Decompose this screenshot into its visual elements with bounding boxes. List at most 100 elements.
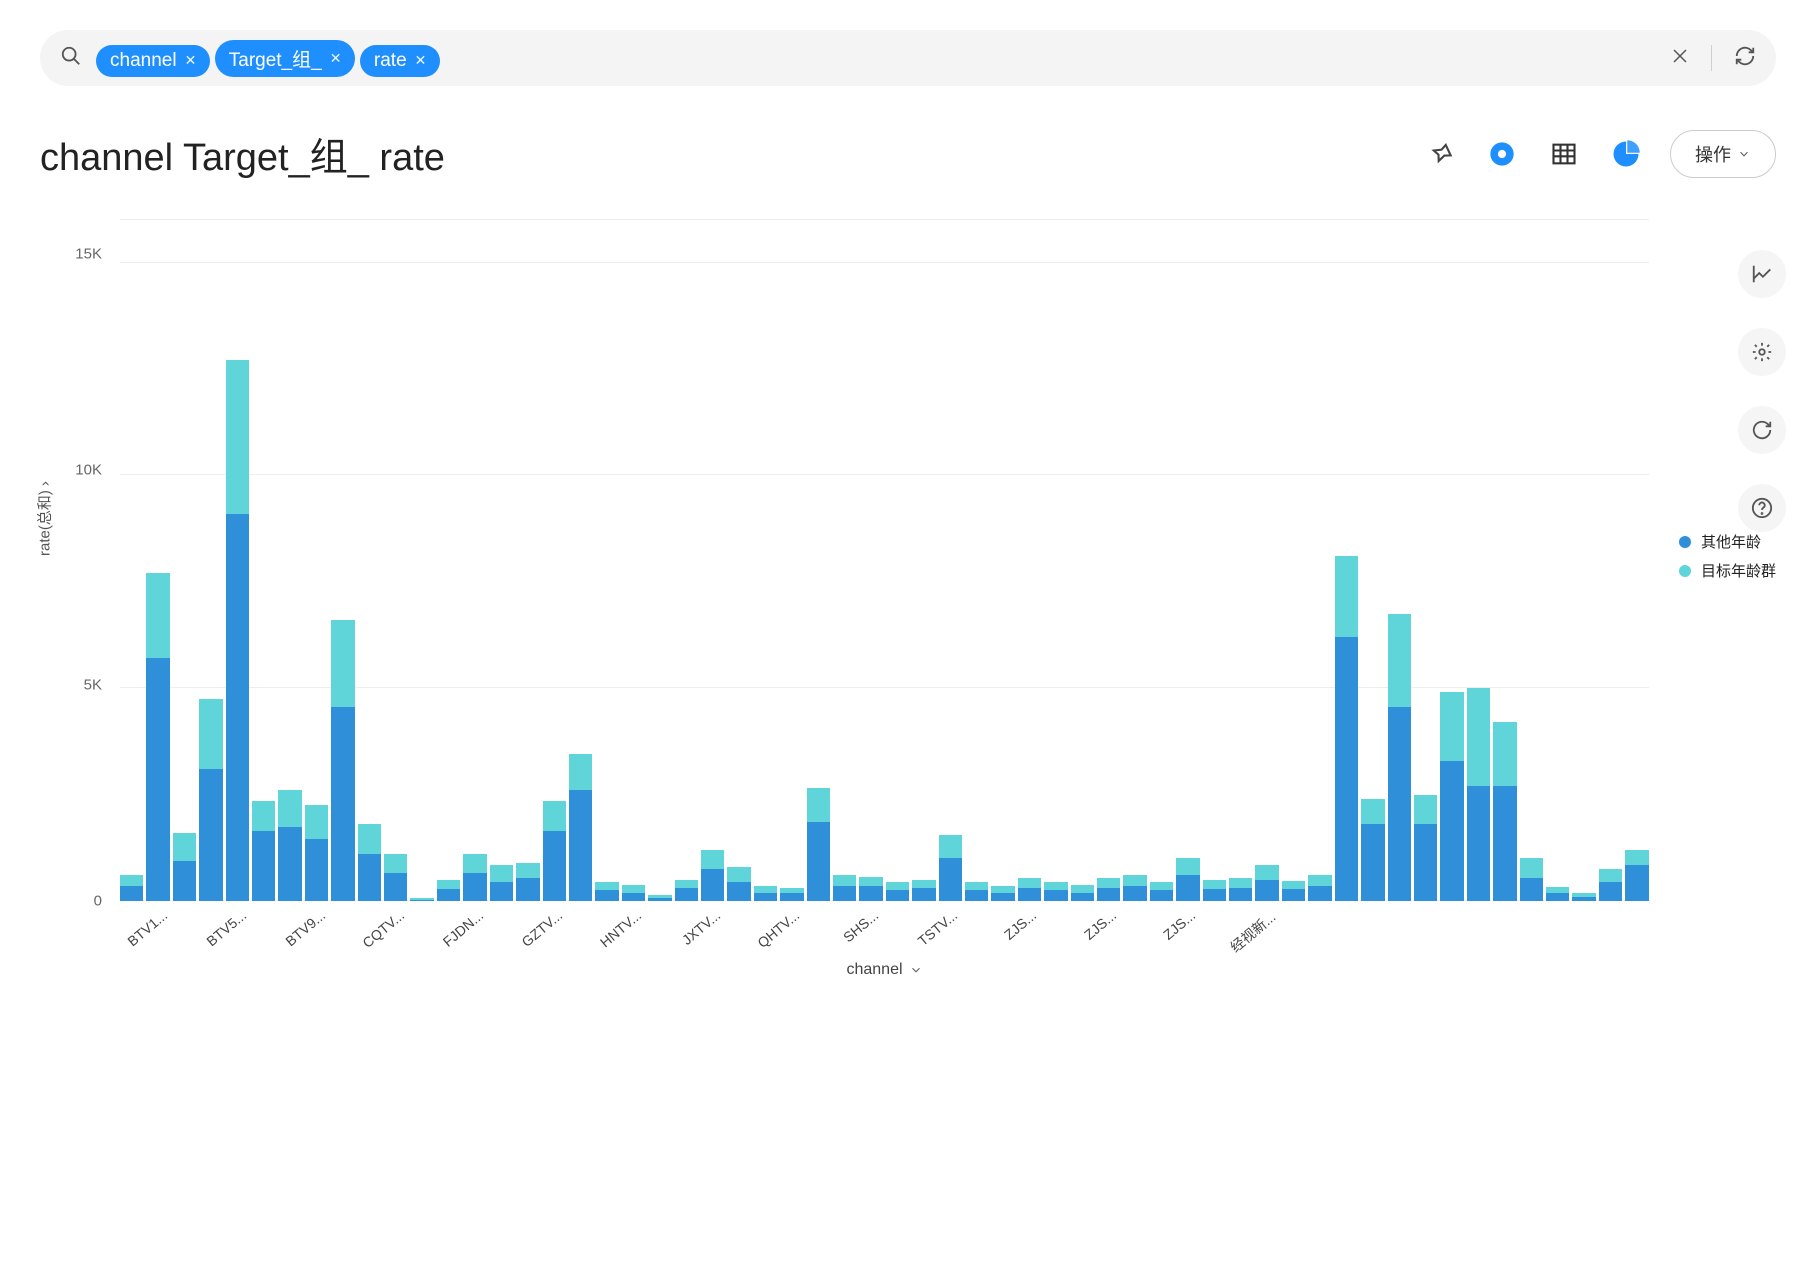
- settings-gear-icon[interactable]: [1484, 136, 1520, 172]
- x-tick-label: BTV9...: [282, 907, 328, 949]
- chart-view-icon[interactable]: [1608, 136, 1644, 172]
- legend-swatch: [1679, 536, 1691, 548]
- bar[interactable]: [886, 220, 909, 901]
- action-button[interactable]: 操作: [1670, 130, 1776, 178]
- x-axis-label: channel: [120, 961, 1649, 979]
- bar[interactable]: [437, 220, 460, 901]
- bar[interactable]: [305, 220, 328, 901]
- bar[interactable]: [1044, 220, 1067, 901]
- bar[interactable]: [1123, 220, 1146, 901]
- filter-chip[interactable]: Target_组_ ✕: [215, 40, 356, 77]
- x-tick-label: FJDN...: [440, 907, 487, 950]
- search-bar[interactable]: channel ✕ Target_组_ ✕ rate✕: [40, 30, 1776, 86]
- bar[interactable]: [1176, 220, 1199, 901]
- x-tick-label: HNTV...: [597, 907, 644, 950]
- bar[interactable]: [569, 220, 592, 901]
- header: channel Target_组_ rate 操作: [40, 126, 1776, 181]
- bar[interactable]: [1467, 220, 1490, 901]
- bar[interactable]: [146, 220, 169, 901]
- bar[interactable]: [120, 220, 143, 901]
- bar[interactable]: [410, 220, 433, 901]
- bar[interactable]: [833, 220, 856, 901]
- bar[interactable]: [1440, 220, 1463, 901]
- table-view-icon[interactable]: [1546, 136, 1582, 172]
- chip-label: Target_组_: [229, 45, 322, 72]
- gear-icon[interactable]: [1738, 328, 1786, 376]
- legend-label: 目标年龄群: [1701, 560, 1776, 581]
- bar[interactable]: [1229, 220, 1252, 901]
- bar[interactable]: [331, 220, 354, 901]
- bar[interactable]: [1388, 220, 1411, 901]
- bar[interactable]: [516, 220, 539, 901]
- x-tick-label: SHS...: [840, 907, 881, 945]
- filter-chip[interactable]: channel ✕: [96, 45, 210, 77]
- bar[interactable]: [1335, 220, 1358, 901]
- separator: [1711, 45, 1712, 71]
- x-tick-label: QHTV...: [754, 907, 802, 951]
- bar[interactable]: [701, 220, 724, 901]
- bar[interactable]: [1572, 220, 1595, 901]
- bar[interactable]: [675, 220, 698, 901]
- bar[interactable]: [1546, 220, 1569, 901]
- bar[interactable]: [173, 220, 196, 901]
- x-tick-label: BTV1...: [124, 907, 170, 949]
- bar[interactable]: [1282, 220, 1305, 901]
- bar[interactable]: [1599, 220, 1622, 901]
- bar[interactable]: [278, 220, 301, 901]
- bar[interactable]: [1493, 220, 1516, 901]
- bar[interactable]: [252, 220, 275, 901]
- bar[interactable]: [1071, 220, 1094, 901]
- bar[interactable]: [1308, 220, 1331, 901]
- action-button-label: 操作: [1695, 141, 1731, 167]
- chip-remove-icon[interactable]: ✕: [185, 52, 197, 69]
- bar[interactable]: [1018, 220, 1041, 901]
- bar[interactable]: [1203, 220, 1226, 901]
- bar[interactable]: [1625, 220, 1648, 901]
- legend-swatch: [1679, 565, 1691, 577]
- bar[interactable]: [543, 220, 566, 901]
- legend-item[interactable]: 其他年龄: [1679, 531, 1776, 552]
- bar[interactable]: [1097, 220, 1120, 901]
- pin-icon[interactable]: [1422, 136, 1458, 172]
- bar[interactable]: [199, 220, 222, 901]
- bar[interactable]: [754, 220, 777, 901]
- bar[interactable]: [1361, 220, 1384, 901]
- chip-remove-icon[interactable]: ✕: [330, 50, 342, 67]
- bar[interactable]: [780, 220, 803, 901]
- bar[interactable]: [648, 220, 671, 901]
- search-icon: [60, 45, 82, 72]
- bar[interactable]: [991, 220, 1014, 901]
- line-chart-tool-icon[interactable]: [1738, 250, 1786, 298]
- clear-search-icon[interactable]: [1671, 47, 1689, 70]
- chip-label: channel: [110, 50, 177, 72]
- bar[interactable]: [226, 220, 249, 901]
- bar[interactable]: [384, 220, 407, 901]
- page-title: channel Target_组_ rate: [40, 126, 445, 181]
- bar[interactable]: [1255, 220, 1278, 901]
- bar[interactable]: [1150, 220, 1173, 901]
- legend-label: 其他年龄: [1701, 531, 1761, 552]
- chart: rate(总和)› 05K10K15K BTV1...BTV5...BTV9..…: [40, 211, 1649, 991]
- bar[interactable]: [463, 220, 486, 901]
- reload-icon[interactable]: [1738, 406, 1786, 454]
- x-tick-label: GZTV...: [518, 907, 565, 950]
- refresh-icon[interactable]: [1734, 45, 1756, 72]
- bar[interactable]: [807, 220, 830, 901]
- legend-item[interactable]: 目标年龄群: [1679, 560, 1776, 581]
- chip-remove-icon[interactable]: ✕: [415, 52, 427, 69]
- help-icon[interactable]: [1738, 484, 1786, 532]
- bar[interactable]: [1414, 220, 1437, 901]
- bar[interactable]: [490, 220, 513, 901]
- bar[interactable]: [965, 220, 988, 901]
- bar[interactable]: [622, 220, 645, 901]
- bar[interactable]: [358, 220, 381, 901]
- bar[interactable]: [912, 220, 935, 901]
- bar[interactable]: [595, 220, 618, 901]
- bar[interactable]: [727, 220, 750, 901]
- bar[interactable]: [859, 220, 882, 901]
- y-tick-label: 5K: [84, 677, 102, 694]
- y-tick-label: 15K: [75, 246, 102, 263]
- bar[interactable]: [939, 220, 962, 901]
- filter-chip[interactable]: rate✕: [360, 45, 440, 77]
- bar[interactable]: [1520, 220, 1543, 901]
